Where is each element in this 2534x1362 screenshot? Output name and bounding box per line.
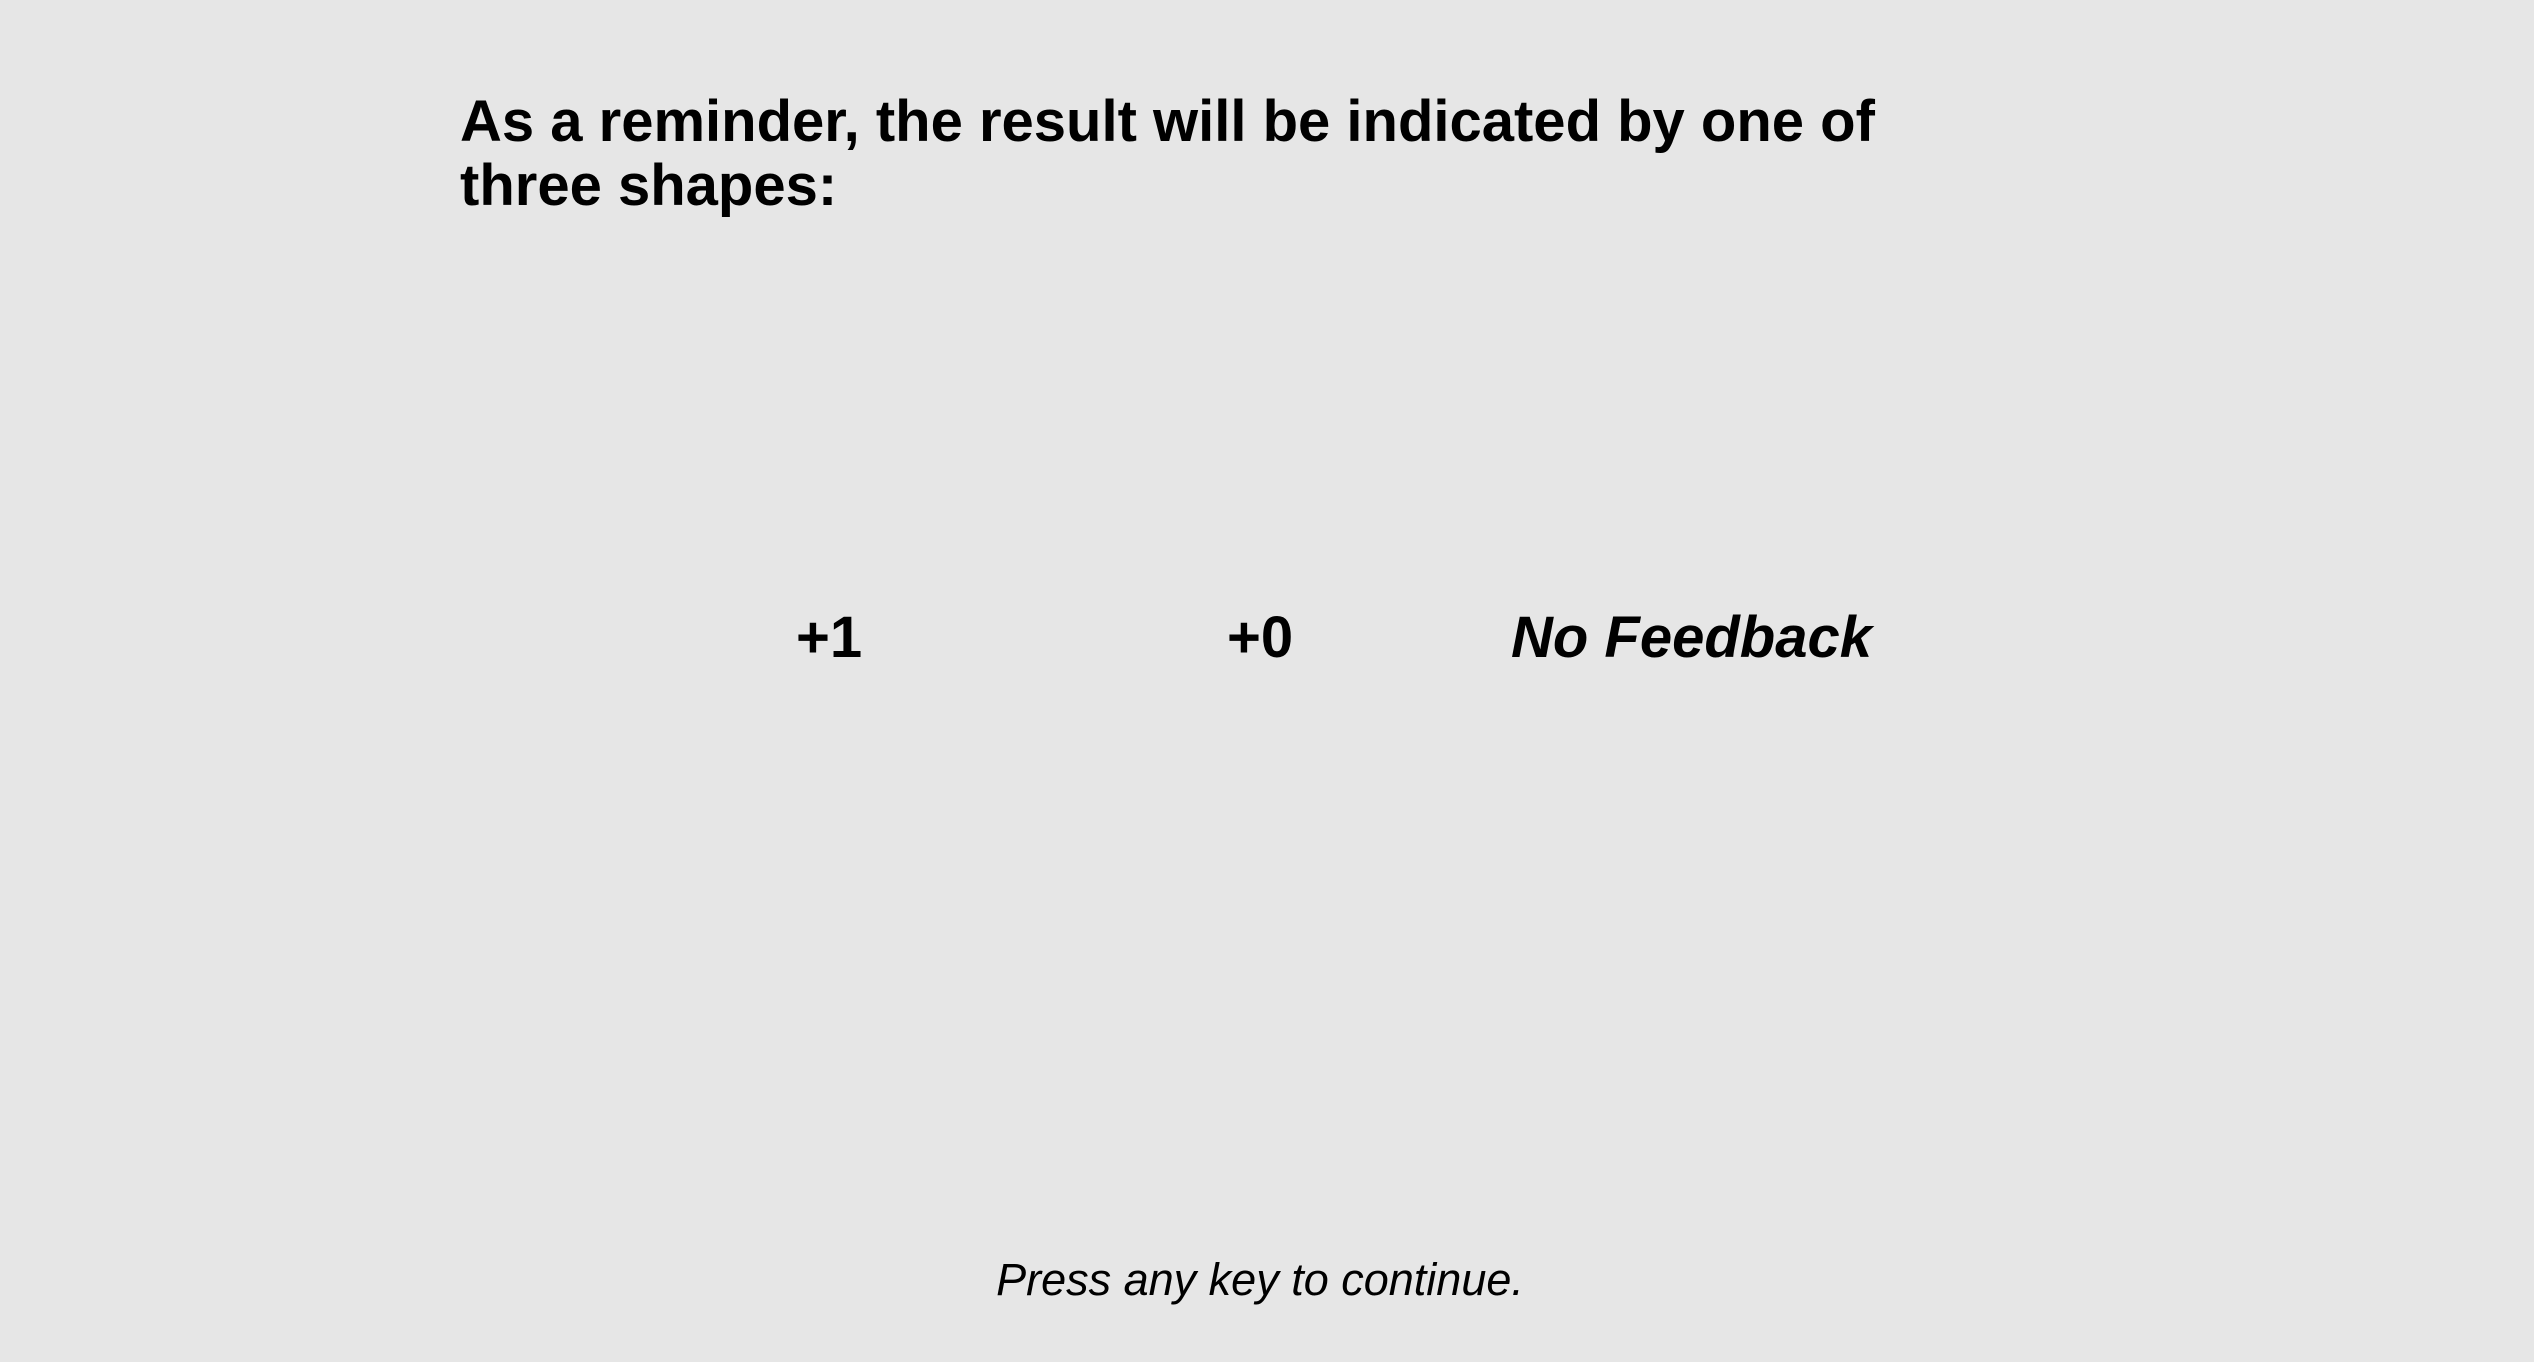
outcome-no-feedback-label: No Feedback bbox=[1511, 605, 1872, 670]
outcome-plus-one-label: +1 bbox=[796, 605, 863, 670]
outcome-plus-zero-label: +0 bbox=[1227, 605, 1294, 670]
reminder-heading: As a reminder, the result will be indica… bbox=[460, 89, 1875, 218]
continue-prompt: Press any key to continue. bbox=[996, 1254, 1524, 1305]
